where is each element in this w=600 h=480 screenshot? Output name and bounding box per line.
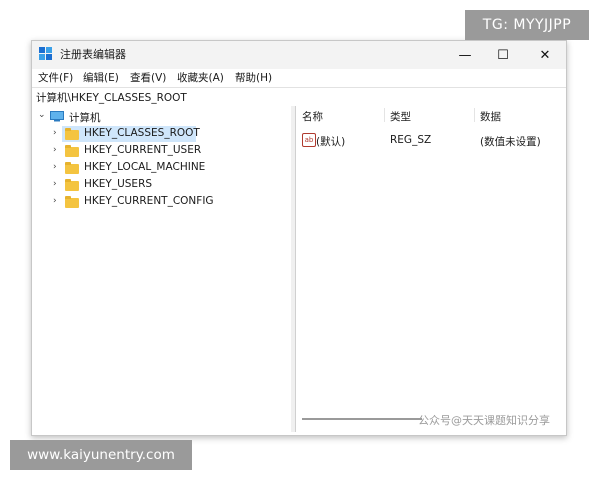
title-bar[interactable]: 注册表编辑器 — ☐ ✕ — [32, 41, 566, 69]
tree-key-row[interactable]: › HKEY_LOCAL_MACHINE — [53, 160, 242, 176]
column-header-type[interactable]: 类型 — [390, 109, 411, 124]
tree-root-computer[interactable]: ⌄ 计算机 — [32, 109, 291, 125]
registry-app-icon — [39, 47, 52, 60]
folder-icon — [65, 162, 79, 174]
horizontal-scrollbar[interactable] — [302, 418, 422, 420]
registry-editor-window: 注册表编辑器 — ☐ ✕ 文件(F) 编辑(E) 查看(V) 收藏夹(A) 帮助… — [31, 40, 567, 436]
folder-icon — [65, 196, 79, 208]
value-type: REG_SZ — [390, 134, 432, 146]
chevron-right-icon[interactable]: › — [53, 179, 57, 189]
value-data: (数值未设置) — [480, 136, 541, 148]
tree-key-row[interactable]: › HKEY_USERS — [53, 177, 242, 193]
chevron-down-icon[interactable]: ⌄ — [38, 110, 46, 120]
ab-string-icon: ab — [302, 133, 316, 147]
maximize-icon: ☐ — [497, 47, 509, 63]
chevron-right-icon[interactable]: › — [53, 162, 57, 172]
tree-key-label: HKEY_CURRENT_USER — [84, 144, 202, 156]
menu-favorites[interactable]: 收藏夹(A) — [177, 70, 224, 85]
tree-key-label: HKEY_LOCAL_MACHINE — [84, 161, 206, 173]
window-title: 注册表编辑器 — [60, 48, 126, 61]
site-overlay-badge: www.kaiyunentry.com — [10, 440, 192, 470]
close-button[interactable]: ✕ — [526, 41, 564, 69]
column-divider[interactable] — [474, 108, 475, 122]
menu-bar: 文件(F) 编辑(E) 查看(V) 收藏夹(A) 帮助(H) — [32, 69, 566, 87]
minimize-button[interactable]: — — [446, 41, 484, 69]
folder-icon — [65, 128, 79, 140]
tree-key-row[interactable]: › HKEY_CURRENT_USER — [53, 143, 242, 159]
chevron-right-icon[interactable]: › — [53, 145, 57, 155]
column-header-name[interactable]: 名称 — [302, 109, 323, 124]
tg-overlay-badge: TG: MYYJJPP — [465, 10, 589, 40]
value-name: (默认) — [316, 136, 346, 148]
values-list-pane[interactable]: 名称 类型 数据 ab (默认) REG_SZ (数值未设置) — [296, 106, 566, 432]
tree-key-label: HKEY_CLASSES_ROOT — [84, 127, 200, 139]
address-bar[interactable]: 计算机\HKEY_CLASSES_ROOT — [32, 87, 566, 107]
address-path: 计算机\HKEY_CLASSES_ROOT — [36, 92, 187, 104]
menu-file[interactable]: 文件(F) — [38, 70, 73, 85]
folder-icon — [65, 145, 79, 157]
computer-icon — [50, 111, 64, 122]
menu-view[interactable]: 查看(V) — [130, 70, 166, 85]
close-icon: ✕ — [539, 47, 551, 63]
column-divider[interactable] — [384, 108, 385, 122]
tree-root-label: 计算机 — [69, 112, 101, 124]
column-header-data[interactable]: 数据 — [480, 109, 501, 124]
folder-icon — [65, 179, 79, 191]
tree-key-label: HKEY_USERS — [84, 178, 153, 190]
wechat-watermark: 公众号@天天课题知识分享 — [418, 414, 550, 427]
minimize-icon: — — [458, 47, 472, 63]
tree-key-row[interactable]: › HKEY_CLASSES_ROOT — [53, 126, 200, 142]
maximize-button[interactable]: ☐ — [484, 41, 522, 69]
menu-help[interactable]: 帮助(H) — [235, 70, 272, 85]
chevron-right-icon[interactable]: › — [53, 196, 57, 206]
tree-key-row[interactable]: › HKEY_CURRENT_CONFIG — [53, 194, 262, 210]
tree-key-label: HKEY_CURRENT_CONFIG — [84, 195, 214, 207]
chevron-right-icon[interactable]: › — [53, 128, 57, 138]
menu-edit[interactable]: 编辑(E) — [83, 70, 119, 85]
key-tree-pane[interactable]: ⌄ 计算机 › HKEY_CLASSES_ROOT › HKEY_CURRENT… — [32, 106, 292, 432]
